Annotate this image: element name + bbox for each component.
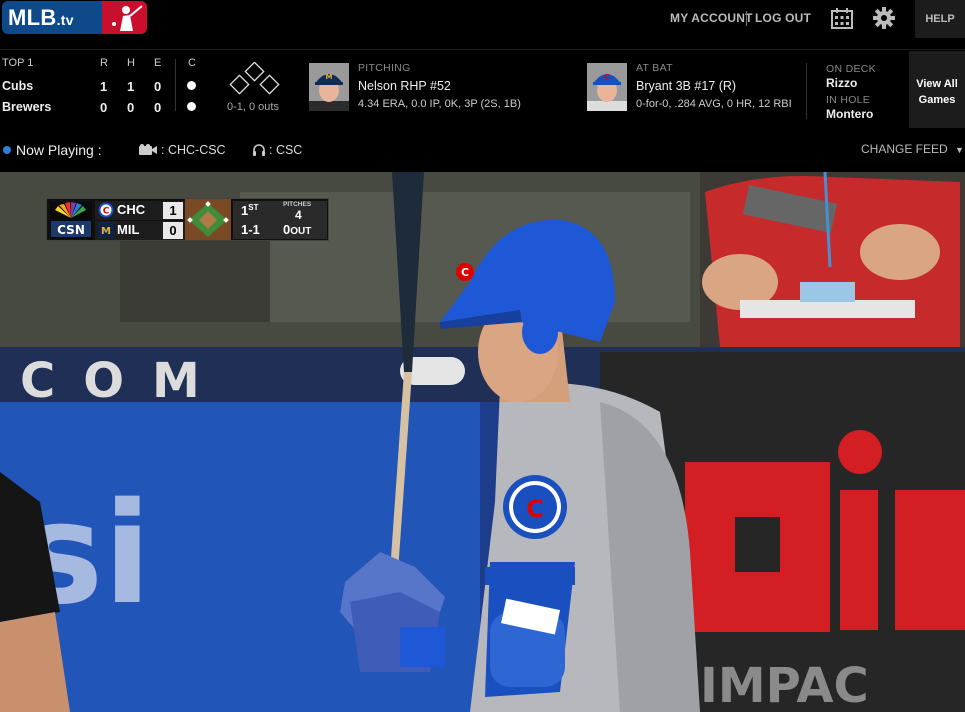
on-deck-label: ON DECK: [826, 63, 876, 75]
svg-text:C: C: [604, 73, 609, 81]
bug-outs-label: OUT: [290, 226, 312, 237]
video-player[interactable]: COM si IMPAC C C CSN C CHC 1 M MIL 0 1ST…: [0, 172, 965, 712]
logo-wordmark: MLB.tv: [2, 1, 102, 34]
cubs-logo-icon: C: [98, 202, 114, 218]
top-nav-bar: MLB.tv MY ACCOUNT LOG OUT HELP: [0, 0, 965, 50]
pitcher-name[interactable]: Nelson RHP #52: [358, 79, 451, 93]
view-all-games-button[interactable]: View All Games: [909, 51, 965, 128]
home-team-name: Brewers: [2, 100, 52, 114]
help-button[interactable]: HELP: [915, 0, 965, 38]
away-hits: 1: [127, 79, 135, 94]
batter-name[interactable]: Bryant 3B #17 (R): [636, 79, 736, 93]
on-deck-divider: [806, 63, 807, 119]
bug-pitches-label: PITCHES: [283, 201, 312, 208]
hits-header: H: [127, 57, 135, 69]
video-feed[interactable]: : CHC-CSC: [138, 143, 226, 157]
audio-feed[interactable]: : CSC: [252, 143, 302, 157]
away-errors: 0: [154, 79, 162, 94]
logo-text: MLB: [8, 5, 57, 30]
audio-feed-name: : CSC: [269, 143, 303, 157]
bug-inning: 1ST: [241, 203, 258, 218]
log-out-link[interactable]: LOG OUT: [755, 11, 811, 25]
count-outs: 0-1, 0 outs: [227, 101, 279, 113]
bug-away-score: 1: [163, 202, 183, 219]
home-runs: 0: [100, 100, 108, 115]
svg-text:C: C: [526, 495, 544, 523]
bug-inning-suffix: ST: [248, 203, 259, 212]
bug-count: 1-1: [241, 222, 260, 237]
settings-gear-icon[interactable]: [873, 7, 895, 34]
pitcher-stats: 4.34 ERA, 0.0 IP, 0K, 3P (2S, 1B): [358, 98, 521, 110]
change-feed-dropdown[interactable]: CHANGE FEED ▼: [861, 142, 964, 156]
broadcast-video-frame: COM si IMPAC C C: [0, 172, 965, 712]
brewers-logo-icon: M: [98, 222, 114, 238]
pitching-label: PITCHING: [358, 62, 411, 74]
svg-text:C: C: [103, 207, 110, 217]
calendar-icon[interactable]: [831, 7, 853, 34]
linescore-divider: [175, 59, 176, 111]
in-hole-label: IN HOLE: [826, 94, 871, 106]
away-team-name: Cubs: [2, 79, 34, 93]
network-logo: CSN: [57, 223, 85, 237]
headphones-icon: [253, 144, 265, 156]
bug-home-row: M MIL 0: [95, 221, 185, 240]
batter-headshot: C: [587, 63, 627, 111]
nbc-peacock-icon: CSN: [50, 202, 92, 239]
errors-header: E: [154, 57, 162, 69]
video-camera-icon: [139, 144, 157, 155]
bug-field-diamond-icon: [185, 199, 231, 240]
svg-text:IMPAC: IMPAC: [700, 658, 869, 712]
at-bat-label: AT BAT: [636, 62, 673, 74]
batter-silhouette-icon: [102, 1, 147, 34]
inning-indicator: TOP 1: [2, 57, 34, 69]
svg-text:C: C: [461, 266, 469, 279]
home-challenge-dot: [187, 102, 196, 111]
caret-down-icon: ▼: [955, 145, 964, 155]
now-playing-bar: Now Playing : : CHC-CSC : CSC CHANGE FEE…: [0, 129, 965, 171]
away-challenge-dot: [187, 81, 196, 90]
home-hits: 0: [127, 100, 135, 115]
view-all-line2: Games: [918, 94, 956, 106]
away-runs: 1: [100, 79, 108, 94]
my-account-link[interactable]: MY ACCOUNT: [670, 11, 753, 25]
broadcast-score-bug: CSN C CHC 1 M MIL 0 1ST PITCHES 4 1-1 0O…: [46, 198, 329, 241]
game-info-bar: TOP 1 R H E C Cubs 1 1 0 Brewers 0 0 0 0…: [0, 51, 965, 129]
now-playing-label: Now Playing :: [16, 142, 102, 158]
video-feed-name: : CHC-CSC: [161, 143, 226, 157]
svg-text:M: M: [326, 73, 333, 81]
bug-away-abbr: CHC: [117, 202, 146, 217]
batter-stats: 0-for-0, .284 AVG, 0 HR, 12 RBI: [636, 98, 792, 110]
pitcher-headshot: M: [309, 63, 349, 111]
svg-text:COM: COM: [20, 353, 228, 409]
home-errors: 0: [154, 100, 162, 115]
view-all-line1: View All: [916, 78, 958, 90]
bug-pitch-count: 4: [295, 208, 302, 222]
bug-game-state: 1ST PITCHES 4 1-1 0OUT: [233, 201, 327, 239]
runs-header: R: [100, 57, 108, 69]
in-hole-name: Montero: [826, 107, 874, 121]
on-deck-name: Rizzo: [826, 76, 858, 90]
challenges-header: C: [188, 57, 196, 69]
logo-suffix: .tv: [56, 12, 74, 28]
live-indicator-dot: [3, 146, 11, 154]
nav-divider: [746, 11, 747, 26]
bug-outs: 0OUT: [283, 222, 311, 237]
mlb-tv-logo[interactable]: MLB.tv: [2, 1, 147, 34]
change-feed-label: CHANGE FEED: [861, 142, 948, 156]
svg-text:M: M: [101, 226, 111, 237]
bug-away-row: C CHC 1: [95, 201, 185, 220]
bases-diamond-icon: [229, 62, 280, 95]
bug-home-abbr: MIL: [117, 222, 140, 237]
bug-home-score: 0: [163, 222, 183, 239]
